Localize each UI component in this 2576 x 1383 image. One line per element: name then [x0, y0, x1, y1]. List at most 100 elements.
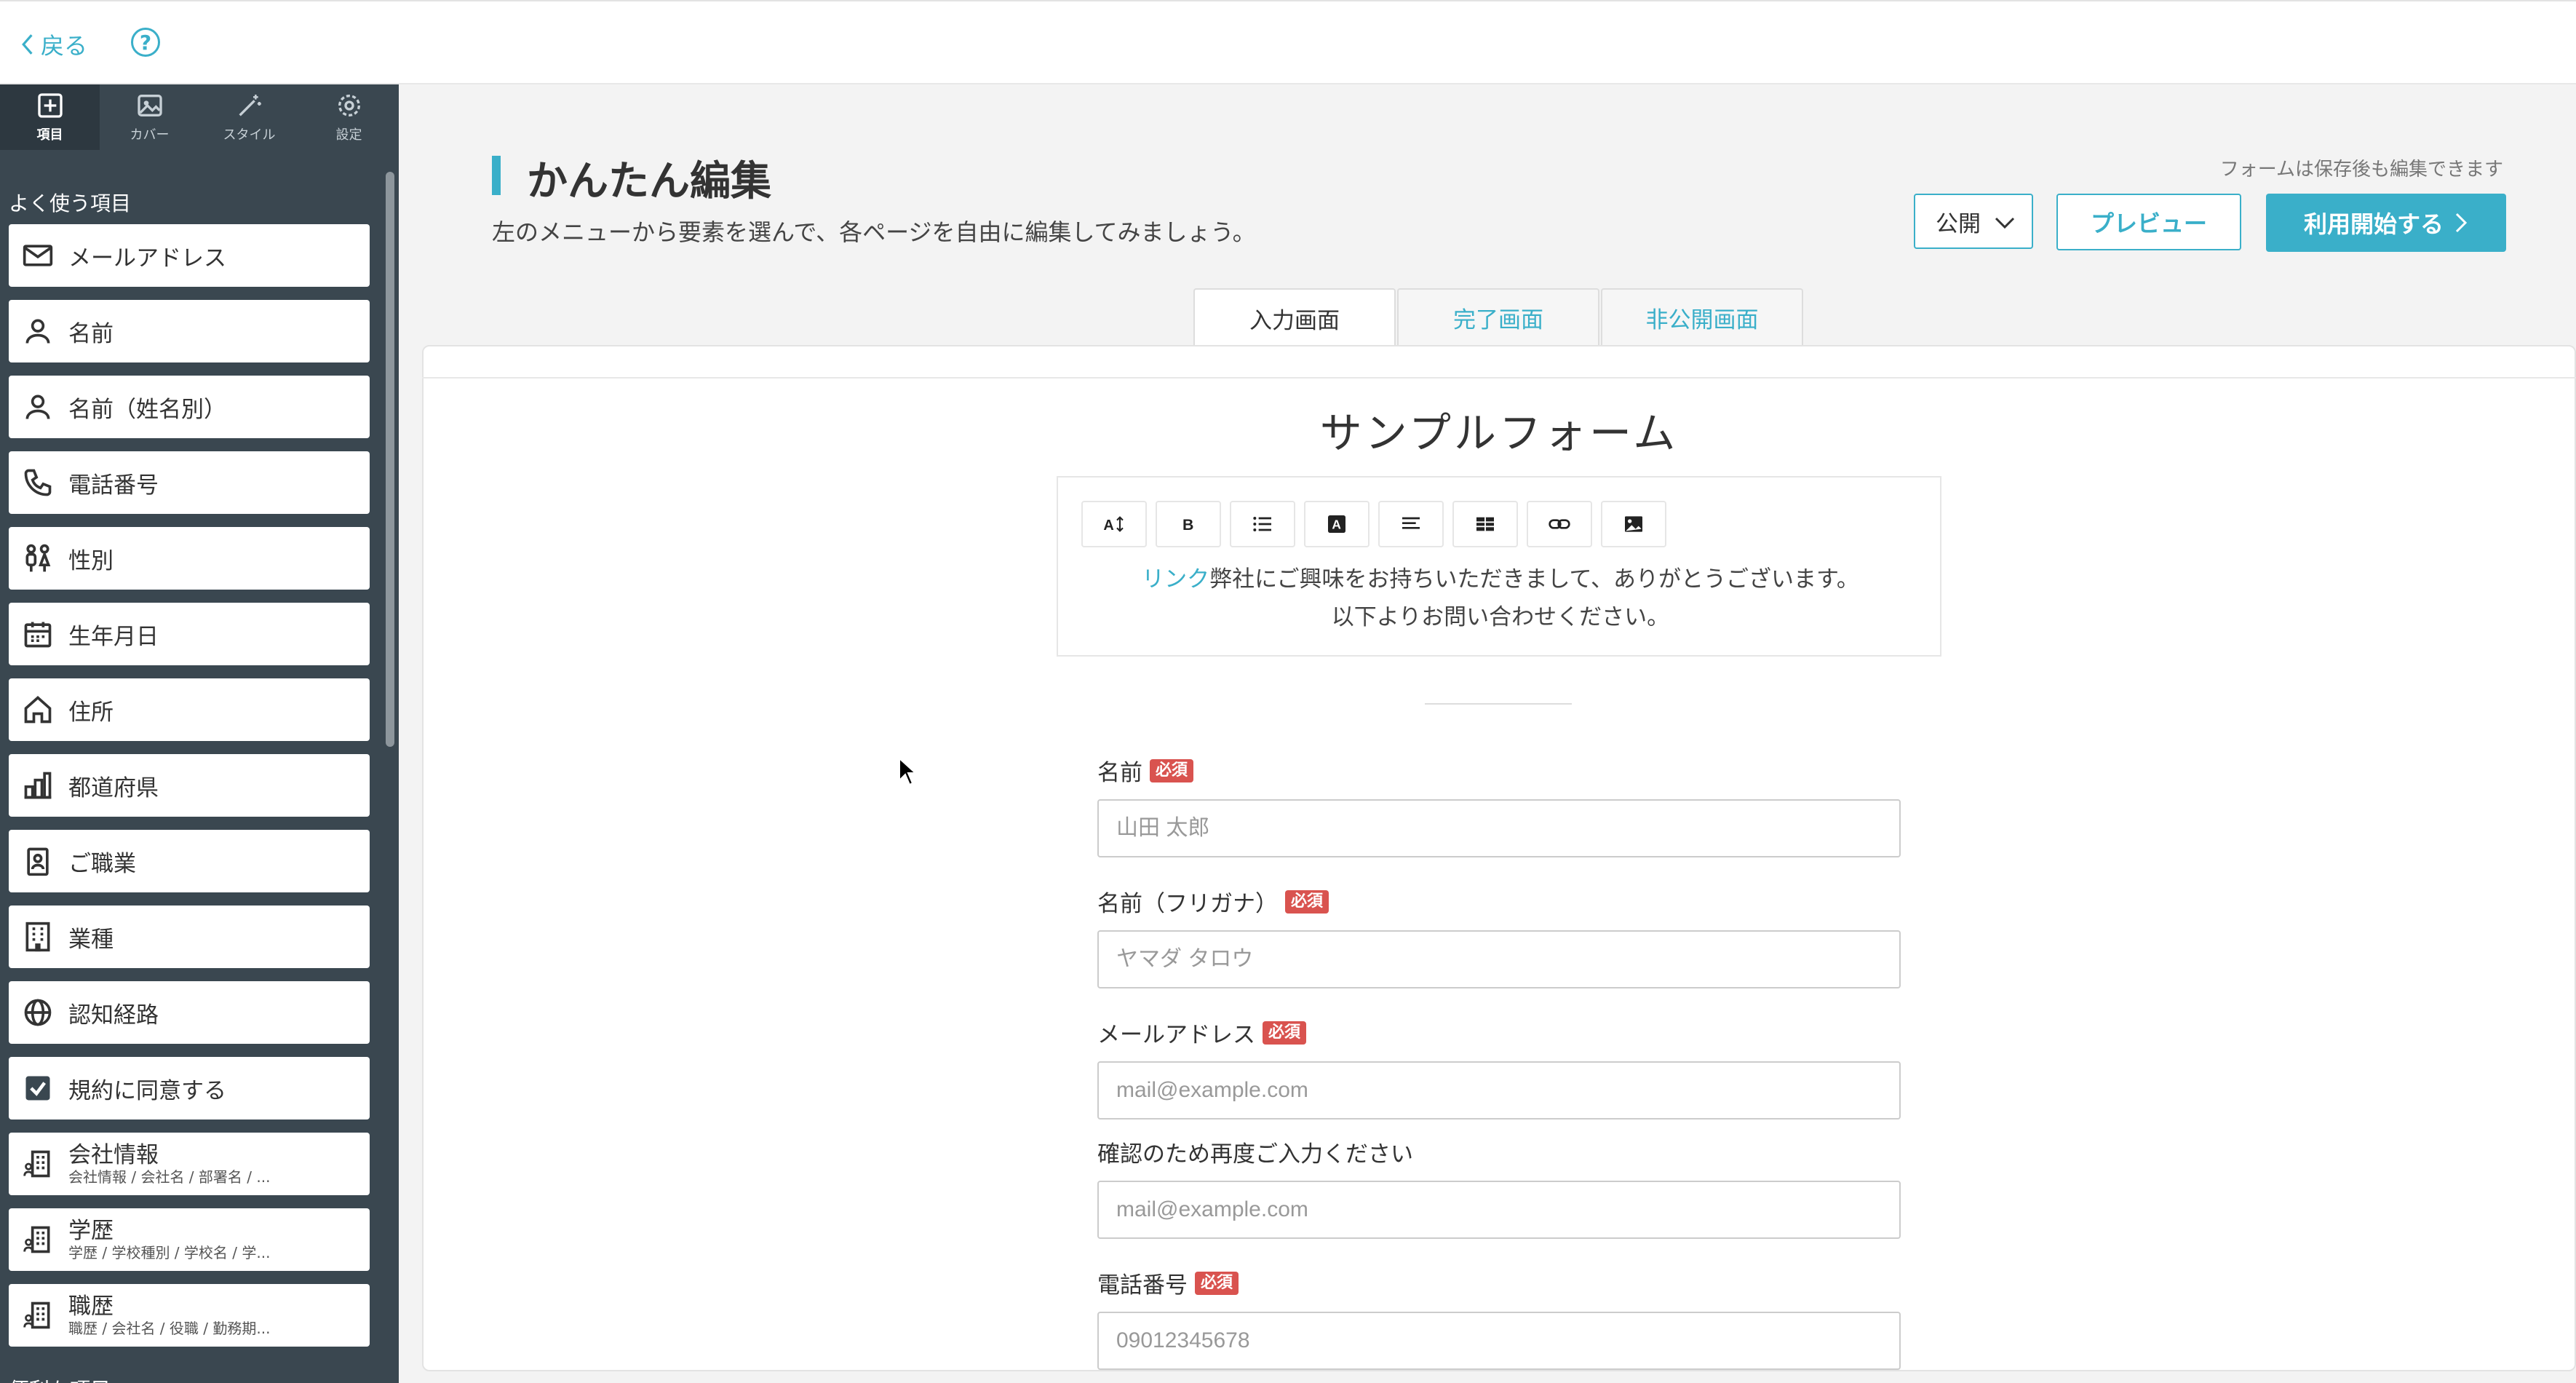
sidebar-tab-items[interactable]: 項目	[0, 84, 100, 150]
required-badge: 必須	[1150, 758, 1194, 782]
image-icon	[137, 95, 162, 116]
visibility-select[interactable]: 公開	[1914, 194, 2033, 249]
required-badge: 必須	[1195, 1271, 1239, 1295]
sidebar-item-label: 会社情報	[68, 1142, 159, 1168]
sidebar-tab-label: 項目	[36, 127, 63, 143]
intro-text-1: 弊社にご興味をお持ちいただきまして、ありがとうございます。	[1209, 566, 1859, 593]
list-button[interactable]	[1230, 501, 1295, 547]
gear-icon	[338, 95, 360, 116]
tab-complete[interactable]: 完了画面	[1397, 288, 1599, 345]
text-color-icon: A	[1328, 515, 1345, 533]
form-title[interactable]: サンプルフォーム	[0, 399, 2576, 460]
sidebar-item-label: ご職業	[68, 850, 136, 877]
back-button[interactable]: 戻る	[19, 28, 87, 61]
intro-link[interactable]: リンク	[1142, 566, 1209, 593]
envelope-icon	[23, 245, 53, 266]
svg-text:A: A	[1332, 518, 1341, 532]
svg-text:A: A	[1103, 518, 1113, 534]
field-label-text: 名前	[1097, 760, 1142, 786]
sidebar: 項目 カバー スタイル 設定 よく使う項目 メールアドレス 名前 名前（姓名別）…	[0, 84, 399, 1383]
preview-button[interactable]: プレビュー	[2056, 194, 2241, 250]
sidebar-item-label: 都道府県	[68, 774, 159, 801]
start-button[interactable]: 利用開始する	[2266, 194, 2506, 252]
table-button[interactable]	[1452, 501, 1518, 547]
sidebar-item-name[interactable]: 名前	[9, 300, 370, 362]
name-input[interactable]	[1097, 799, 1901, 857]
sidebar-item-phone[interactable]: 電話番号	[9, 451, 370, 514]
sidebar-tab-settings[interactable]: 設定	[299, 84, 399, 150]
email-confirm-input[interactable]	[1097, 1181, 1901, 1239]
office-building-icon	[25, 922, 50, 952]
rich-text-editor[interactable]: A B A リンク弊社にご興味をお持ちいただきまして、ありがとうございます。 以…	[1057, 476, 1941, 657]
sidebar-item-email[interactable]: メールアドレス	[9, 224, 370, 287]
company-icon	[23, 1301, 50, 1329]
sidebar-item-label: 生年月日	[68, 623, 159, 650]
globe-icon	[24, 999, 52, 1026]
required-badge: 必須	[1263, 1021, 1307, 1045]
field-label-email-confirm: 確認のため再度ご入力ください	[1097, 1136, 1413, 1168]
sidebar-item-label: メールアドレス	[68, 245, 226, 272]
sidebar-item-source[interactable]: 認知経路	[9, 981, 370, 1044]
sidebar-item-sub: 学歴 / 学校種別 / 学校名 / 学...	[68, 1244, 271, 1261]
sidebar-tabs: 項目 カバー スタイル 設定	[0, 84, 399, 150]
required-badge: 必須	[1285, 889, 1329, 914]
sidebar-tab-label: カバー	[130, 127, 170, 143]
sidebar-item-career[interactable]: 職歴 職歴 / 会社名 / 役職 / 勤務期...	[9, 1284, 370, 1347]
sidebar-item-company[interactable]: 会社情報 会社情報 / 会社名 / 部署名 / ...	[9, 1133, 370, 1195]
list-icon	[1253, 517, 1271, 531]
buildings-icon	[24, 772, 52, 799]
field-label-furigana: 名前（フリガナ） 必須	[1097, 885, 1329, 918]
sidebar-item-birthday[interactable]: 生年月日	[9, 603, 370, 665]
sidebar-item-industry[interactable]: 業種	[9, 906, 370, 968]
chevron-down-icon	[1995, 217, 2015, 229]
svg-text:B: B	[1182, 516, 1193, 534]
canvas-divider	[422, 377, 2576, 379]
plus-square-icon	[37, 93, 63, 118]
field-label-text: 電話番号	[1097, 1272, 1188, 1299]
link-button[interactable]	[1527, 501, 1592, 547]
start-button-label: 利用開始する	[2303, 210, 2444, 238]
bold-button[interactable]: B	[1156, 501, 1221, 547]
sidebar-item-sub: 会社情報 / 会社名 / 部署名 / ...	[68, 1168, 271, 1186]
tab-private[interactable]: 非公開画面	[1601, 288, 1803, 345]
sidebar-item-address[interactable]: 住所	[9, 678, 370, 741]
table-icon	[1476, 517, 1494, 531]
sidebar-item-sub: 職歴 / 会社名 / 役職 / 勤務期...	[68, 1320, 271, 1337]
phone-input[interactable]	[1097, 1312, 1901, 1370]
sidebar-tab-style[interactable]: スタイル	[199, 84, 299, 150]
back-label: 戻る	[41, 32, 88, 60]
sidebar-item-education[interactable]: 学歴 学歴 / 学校種別 / 学校名 / 学...	[9, 1208, 370, 1271]
title-accent-bar	[492, 156, 501, 195]
sidebar-item-label: 認知経路	[68, 1002, 159, 1029]
sidebar-tab-label: スタイル	[223, 127, 276, 143]
magic-wand-icon	[238, 95, 261, 116]
top-bar: 戻る ?	[0, 0, 2576, 84]
intro-line-1: リンク弊社にご興味をお持ちいただきまして、ありがとうございます。	[1058, 560, 1943, 593]
checkbox-icon	[25, 1076, 50, 1101]
link-icon	[1549, 519, 1570, 529]
intro-line-2: 以下よりお問い合わせください。	[1331, 604, 1670, 630]
align-icon	[1402, 517, 1420, 529]
field-label-email: メールアドレス 必須	[1097, 1016, 1307, 1049]
sidebar-item-label: 電話番号	[68, 472, 159, 499]
group-title-convenient: 便利な項目	[9, 1374, 111, 1383]
phone-icon	[24, 469, 52, 496]
email-input[interactable]	[1097, 1061, 1901, 1120]
sidebar-item-label: 住所	[68, 699, 114, 726]
tab-input[interactable]: 入力画面	[1193, 288, 1396, 346]
text-color-button[interactable]: A	[1304, 501, 1370, 547]
help-icon[interactable]: ?	[131, 28, 160, 57]
sidebar-item-label: 職歴	[68, 1293, 114, 1320]
font-size-button[interactable]: A	[1081, 501, 1147, 547]
sidebar-item-prefecture[interactable]: 都道府県	[9, 754, 370, 817]
sidebar-tab-cover[interactable]: カバー	[100, 84, 199, 150]
sidebar-item-terms[interactable]: 規約に同意する	[9, 1057, 370, 1120]
page-subtitle: 左のメニューから要素を選んで、各ページを自由に編集してみましょう。	[492, 218, 1256, 246]
furigana-input[interactable]	[1097, 930, 1901, 988]
image-icon	[1625, 516, 1642, 532]
sidebar-item-gender[interactable]: 性別	[9, 527, 370, 590]
sidebar-item-occupation[interactable]: ご職業	[9, 830, 370, 892]
image-button[interactable]	[1601, 501, 1666, 547]
sidebar-item-label: 学歴	[68, 1218, 114, 1244]
align-button[interactable]	[1378, 501, 1444, 547]
